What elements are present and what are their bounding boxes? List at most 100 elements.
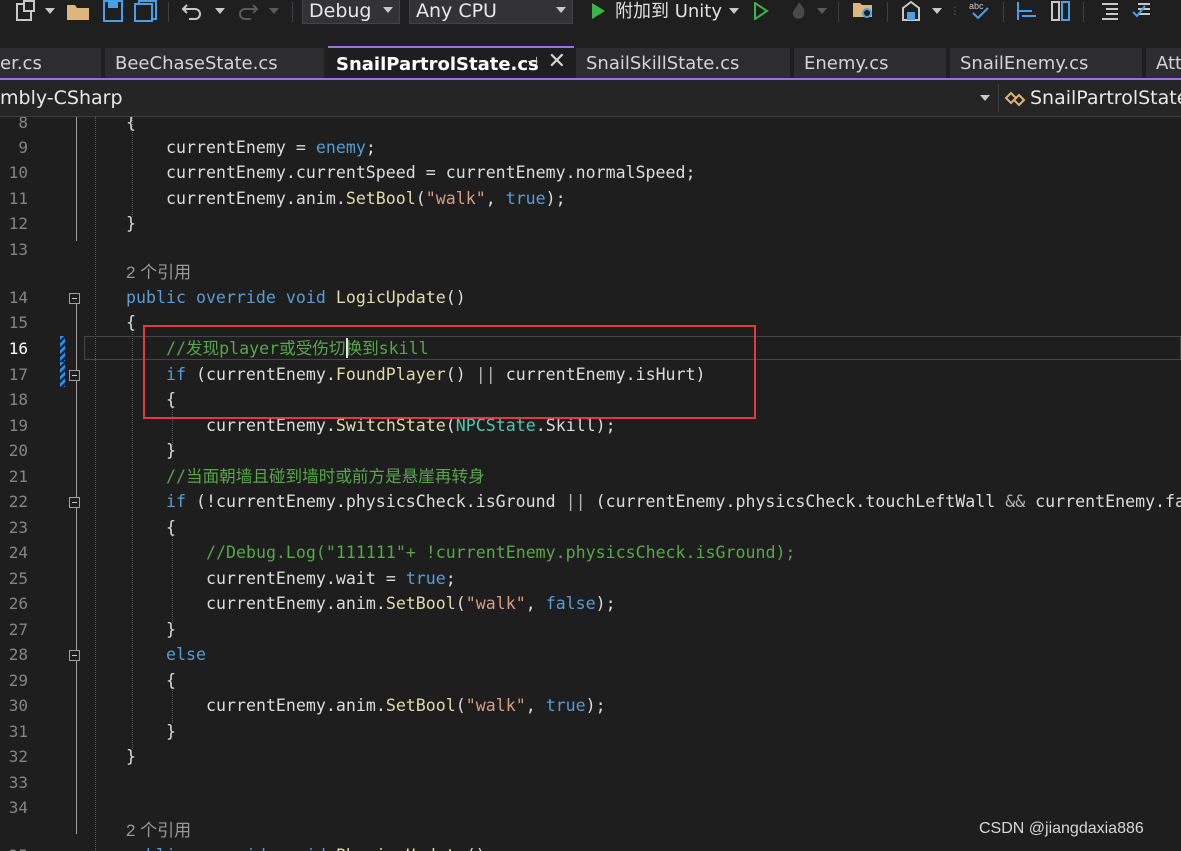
code-text: public override void LogicUpdate() — [126, 288, 466, 307]
line-number: 9 — [18, 138, 28, 157]
line-number: 12 — [8, 214, 28, 233]
code-text: } — [126, 214, 136, 233]
code-text: } — [166, 620, 176, 639]
code-line: 8 { — [0, 117, 1181, 135]
line-number: 27 — [8, 620, 28, 639]
chevron-down-icon — [556, 7, 566, 13]
line-number: 30 — [8, 696, 28, 715]
tab-snailenemy[interactable]: SnailEnemy.cs — [950, 48, 1142, 78]
code-text: { — [166, 518, 176, 537]
platform-select[interactable]: Any CPU — [409, 0, 573, 24]
code-editor[interactable]: 8 { 9 currentEnemy = enemy; 10 currentEn… — [0, 117, 1181, 851]
format-icon[interactable] — [1047, 0, 1073, 22]
project-selector[interactable]: mbly-CSharp — [0, 80, 123, 116]
open-folder-icon[interactable] — [65, 0, 93, 22]
attach-unity-button[interactable]: 附加到 Unity — [615, 0, 722, 23]
code-text: if (!currentEnemy.physicsCheck.isGround … — [166, 492, 1181, 511]
code-text: } — [166, 722, 176, 741]
new-project-icon[interactable] — [12, 0, 40, 22]
code-text: currentEnemy.anim.SetBool("walk", false)… — [206, 594, 616, 613]
line-number: 16 — [8, 339, 28, 358]
tab-snailpartrolstate[interactable]: SnailPartrolState.cs ⊣ ✕ — [328, 46, 574, 80]
save-all-icon[interactable] — [132, 0, 160, 22]
spell-check-icon[interactable]: abc — [966, 0, 994, 22]
save-icon[interactable] — [100, 0, 126, 22]
line-number: 8 — [18, 117, 28, 132]
new-project-dropdown-icon[interactable] — [43, 0, 57, 22]
change-marker — [60, 336, 65, 361]
tab-label: SnailSkillState.cs — [586, 52, 740, 74]
collapse-icon[interactable] — [69, 370, 80, 381]
code-line: 11 currentEnemy.anim.SetBool("walk", tru… — [0, 186, 1181, 211]
member-name: SnailPartrolState — [1030, 87, 1181, 109]
code-line: 32 } — [0, 744, 1181, 769]
svg-text:abc: abc — [969, 1, 984, 11]
document-tabs: er.cs BeeChaseState.cs SnailPartrolState… — [0, 40, 1181, 80]
code-comment: //当面朝墙且碰到墙时或前方是悬崖再转身 — [166, 467, 485, 486]
redo-icon[interactable] — [234, 0, 262, 22]
reference-count-link[interactable]: 2 个引用 — [126, 260, 191, 285]
main-toolbar: Debug Any CPU 附加到 Unity ⋮ abc — [0, 0, 1181, 41]
pin-icon[interactable]: ⊣ — [527, 55, 538, 70]
code-line: 20 } — [0, 438, 1181, 463]
code-line: 13 — [0, 237, 1181, 262]
undo-dropdown-icon[interactable] — [213, 0, 227, 22]
code-line: 29 { — [0, 668, 1181, 693]
tab-att[interactable]: Att — [1146, 48, 1181, 78]
line-number: 13 — [8, 240, 28, 259]
line-number: 22 — [8, 492, 28, 511]
reference-count-link[interactable]: 2 个引用 — [126, 818, 191, 843]
line-number: 35 — [0, 843, 28, 851]
undo-icon[interactable] — [178, 0, 206, 22]
solution-explorer-icon[interactable] — [898, 0, 924, 22]
attach-dropdown-icon[interactable] — [727, 0, 741, 22]
tab-er-cs[interactable]: er.cs — [0, 48, 101, 78]
code-line: 30 currentEnemy.anim.SetBool("walk", tru… — [0, 693, 1181, 718]
code-text: currentEnemy.anim.SetBool("walk", true); — [206, 696, 606, 715]
collapse-icon[interactable] — [69, 650, 80, 661]
code-line: 33 — [0, 770, 1181, 795]
code-text: { — [166, 671, 176, 690]
bookmark-icon[interactable] — [1014, 0, 1040, 22]
member-selector[interactable]: SnailPartrolState — [1004, 80, 1181, 116]
line-number: 26 — [8, 594, 28, 613]
code-line: 34 — [0, 795, 1181, 820]
line-number: 14 — [8, 288, 28, 307]
code-line: 27 } — [0, 617, 1181, 642]
code-text: currentEnemy.anim.SetBool("walk", true); — [166, 189, 566, 208]
tab-beechasestate[interactable]: BeeChaseState.cs — [105, 48, 324, 78]
tab-label: SnailEnemy.cs — [960, 52, 1089, 74]
close-icon[interactable]: ✕ — [548, 49, 566, 74]
line-number: 34 — [8, 798, 28, 817]
tab-label: BeeChaseState.cs — [115, 52, 278, 74]
collapse-icon[interactable] — [69, 293, 80, 304]
tab-enemy[interactable]: Enemy.cs — [794, 48, 946, 78]
code-line: 26 currentEnemy.anim.SetBool("walk", fal… — [0, 591, 1181, 616]
comment-icon[interactable] — [1096, 0, 1122, 22]
code-line: 35 public override void PhysicsUpdate() — [0, 843, 1181, 851]
code-token: { — [126, 117, 136, 132]
play-icon[interactable] — [589, 0, 607, 22]
find-in-files-icon[interactable] — [850, 0, 878, 22]
line-number: 24 — [8, 543, 28, 562]
start-without-debug-icon[interactable] — [751, 0, 771, 22]
configuration-select[interactable]: Debug — [302, 0, 400, 24]
layout-dropdown-icon[interactable] — [930, 0, 944, 22]
code-text: currentEnemy.currentSpeed = currentEnemy… — [166, 163, 696, 182]
chevron-down-icon[interactable] — [980, 95, 990, 101]
line-number: 19 — [8, 416, 28, 435]
line-number: 21 — [8, 467, 28, 486]
line-number: 10 — [8, 163, 28, 182]
tab-snailskillstate[interactable]: SnailSkillState.cs — [576, 48, 790, 78]
redo-dropdown-icon[interactable] — [267, 0, 281, 22]
chevron-down-icon — [383, 7, 393, 13]
code-text: { — [126, 313, 136, 332]
hot-reload-icon[interactable] — [787, 0, 811, 22]
code-line: 9 currentEnemy = enemy; — [0, 135, 1181, 160]
collapse-icon[interactable] — [69, 497, 80, 508]
hot-reload-dropdown-icon[interactable] — [815, 0, 829, 22]
line-number: 31 — [8, 722, 28, 741]
code-text: public override void PhysicsUpdate() — [126, 843, 486, 851]
uncomment-icon[interactable] — [1128, 0, 1154, 22]
code-line: 12 } — [0, 211, 1181, 236]
